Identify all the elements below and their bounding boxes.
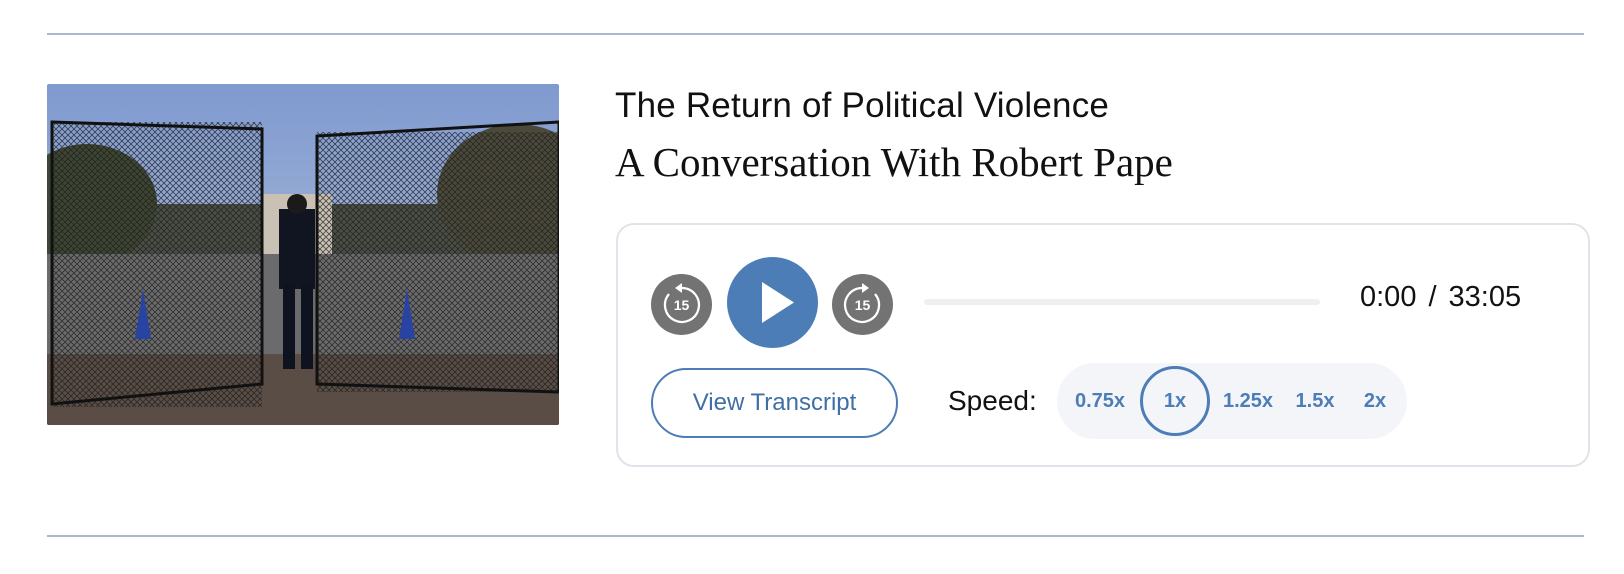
time-separator: / — [1428, 281, 1437, 313]
speed-label: Speed: — [948, 385, 1037, 416]
time-display: 0:00 / 33:05 — [1360, 281, 1521, 314]
play-button[interactable] — [727, 257, 818, 348]
skip-back-seconds: 15 — [674, 297, 690, 313]
view-transcript-button[interactable]: View Transcript — [651, 368, 898, 438]
audio-player: 15 15 0:00/33:05 View Transcript Speed: … — [616, 223, 1590, 467]
duration: 33:05 — [1448, 281, 1522, 313]
speed-option-1x[interactable]: 1x — [1140, 366, 1210, 436]
current-time: 0:00 — [1360, 281, 1417, 313]
play-icon — [762, 282, 794, 323]
top-divider — [47, 33, 1584, 35]
bottom-divider — [47, 535, 1584, 537]
skip-back-button[interactable]: 15 — [651, 274, 712, 335]
episode-thumbnail — [47, 84, 559, 425]
episode-title: The Return of Political Violence — [615, 86, 1110, 125]
skip-forward-seconds: 15 — [855, 297, 871, 313]
speed-option-1-25x[interactable]: 1.25x — [1213, 363, 1283, 439]
speed-option-0-75x[interactable]: 0.75x — [1063, 363, 1137, 439]
rewind-15-icon: 15 — [663, 283, 701, 324]
speed-selector: 0.75x 1x 1.25x 1.5x 2x — [1057, 363, 1407, 439]
speed-option-1-5x[interactable]: 1.5x — [1287, 363, 1343, 439]
speed-option-2x[interactable]: 2x — [1347, 363, 1403, 439]
progress-bar[interactable] — [924, 299, 1320, 305]
episode-subtitle: A Conversation With Robert Pape — [615, 139, 1173, 185]
skip-forward-button[interactable]: 15 — [832, 274, 893, 335]
forward-15-icon: 15 — [843, 283, 881, 324]
